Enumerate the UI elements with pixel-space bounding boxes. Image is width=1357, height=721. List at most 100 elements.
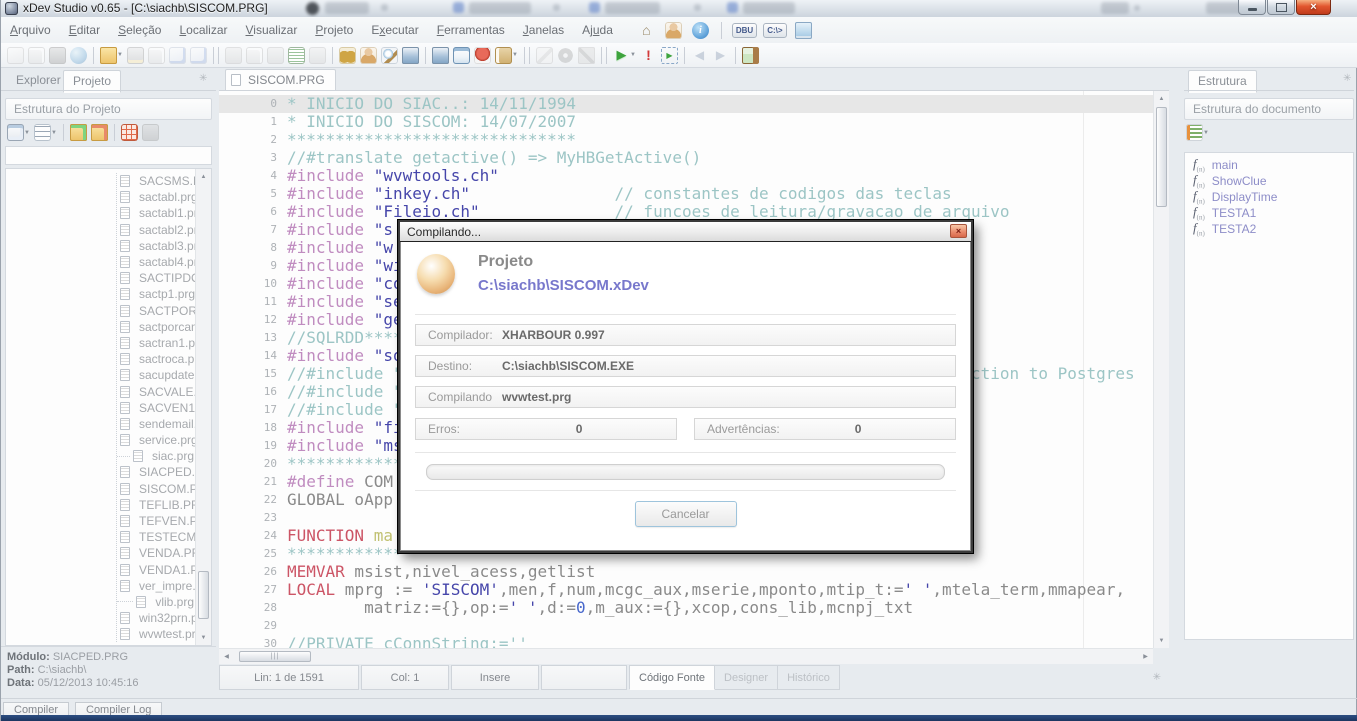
run-selection-icon[interactable]: ▶ (661, 47, 678, 64)
monitor-icon[interactable] (795, 22, 812, 39)
file-item[interactable]: SACVEN1.PRG (6, 400, 194, 416)
file-item[interactable]: ver_impre.prg (6, 578, 194, 594)
editor-horizontal-scrollbar[interactable]: ◀ ||| ▶ (219, 648, 1153, 664)
dropdown-caret-icon[interactable]: ▼ (1203, 130, 1211, 136)
import-file-icon[interactable] (190, 47, 207, 64)
build-tools-icon[interactable] (578, 47, 595, 64)
file-item[interactable]: SACVALE.PRG (6, 383, 194, 399)
main-target-icon[interactable] (142, 124, 159, 141)
dropdown-caret-icon[interactable]: ▼ (24, 130, 32, 136)
menu-executar[interactable]: Executar (362, 20, 427, 40)
menu-ferramentas[interactable]: Ferramentas (428, 20, 514, 40)
file-item[interactable]: sactporcam.prg (6, 319, 194, 335)
file-item[interactable]: TEFVEN.PRG (6, 513, 194, 529)
save-icon[interactable] (49, 47, 66, 64)
function-item[interactable]: f(n)main (1185, 157, 1353, 173)
file-item[interactable]: SACSMS.PRG (6, 173, 194, 189)
file-item[interactable]: sactp1.prg (6, 286, 194, 302)
list-mode-icon[interactable] (34, 124, 51, 141)
function-item[interactable]: f(n)DisplayTime (1185, 189, 1353, 205)
copy-icon[interactable] (246, 47, 263, 64)
close-button[interactable]: × (1296, 0, 1331, 15)
home-icon[interactable]: ⌂ (638, 22, 655, 39)
file-item[interactable]: win32prn.prg (6, 610, 194, 626)
right-panel-close-icon[interactable]: ✳ (1343, 73, 1351, 84)
file-item[interactable]: TESTECMD.PRG (6, 529, 194, 545)
dropdown-caret-icon[interactable]: ▼ (51, 130, 59, 136)
print-setup-icon[interactable] (402, 47, 419, 64)
scroll-right-icon[interactable]: ▶ (1139, 650, 1152, 663)
copy-window-icon[interactable] (28, 47, 45, 64)
tab-designer[interactable]: Designer (715, 665, 778, 690)
project-filter-box[interactable] (5, 146, 212, 165)
menu-localizar[interactable]: Localizar (170, 20, 236, 40)
find-replace-icon[interactable] (381, 47, 398, 64)
export-file-icon[interactable] (169, 47, 186, 64)
file-item[interactable]: siac.prg (6, 448, 194, 464)
scrollbar-thumb[interactable]: ||| (239, 651, 311, 662)
scrollbar-thumb[interactable] (198, 571, 209, 619)
scroll-up-icon[interactable]: ▲ (197, 170, 210, 183)
stop-errors-icon[interactable]: ! (640, 47, 657, 64)
file-item[interactable]: sactabl2.prg (6, 222, 194, 238)
left-panel-close-icon[interactable]: ✳ (199, 73, 207, 84)
cancel-button[interactable]: Cancelar (635, 501, 737, 527)
scroll-down-icon[interactable]: ▼ (197, 631, 210, 644)
scrollbar-thumb[interactable] (1156, 107, 1167, 207)
menu-visualizar[interactable]: Visualizar (237, 20, 307, 40)
editor-vertical-scrollbar[interactable]: ▲ ▼ (1153, 91, 1169, 648)
file-item[interactable]: sacupdate.prg (6, 367, 194, 383)
function-item[interactable]: f(n)ShowClue (1185, 173, 1353, 189)
print-icon[interactable] (432, 47, 449, 64)
file-item[interactable]: SACTIPDC.PRG (6, 270, 194, 286)
minimize-button[interactable] (1238, 0, 1266, 15)
library-search-icon[interactable] (495, 47, 512, 64)
file-item[interactable]: service.prg (6, 432, 194, 448)
run-icon[interactable]: ▶ (613, 47, 630, 64)
file-tree-scrollbar[interactable]: ▲ ▼ (195, 169, 211, 645)
dbu-button[interactable]: DBU (732, 23, 757, 38)
file-item[interactable]: wvwtest.prg (6, 626, 194, 642)
file-item[interactable]: sactabl.prg (6, 189, 194, 205)
dropdown-caret-icon[interactable]: ▼ (512, 52, 520, 58)
editor-close-icon[interactable]: ✳ (1153, 672, 1161, 683)
console-button[interactable]: C:\> (763, 23, 786, 38)
user-check-icon[interactable] (360, 47, 377, 64)
file-item[interactable]: VENDA1.PRG (6, 562, 194, 578)
open-project-icon[interactable] (100, 47, 117, 64)
file-item[interactable]: SIACPED.PRG (6, 464, 194, 480)
scroll-up-icon[interactable]: ▲ (1155, 92, 1168, 105)
exit-icon[interactable] (742, 47, 759, 64)
file-item[interactable]: sendemail.prg (6, 416, 194, 432)
scroll-down-icon[interactable]: ▼ (1155, 634, 1168, 647)
menu-seleção[interactable]: Seleção (109, 20, 170, 40)
tab-explorer[interactable]: Explorer (7, 70, 70, 91)
paste-icon[interactable] (267, 47, 284, 64)
cut-icon[interactable] (225, 47, 242, 64)
tutor-icon[interactable] (665, 22, 682, 39)
menu-janelas[interactable]: Janelas (514, 20, 573, 40)
new-file-icon[interactable] (7, 47, 24, 64)
file-item[interactable]: sactroca.prg (6, 351, 194, 367)
dropdown-caret-icon[interactable]: ▼ (630, 52, 638, 58)
dialog-close-button[interactable]: × (950, 224, 967, 238)
file-item[interactable]: SISCOM.PRG (6, 481, 194, 497)
menu-editar[interactable]: Editar (60, 20, 109, 40)
file-item[interactable]: sactabl1.prg (6, 205, 194, 221)
view-mode-icon[interactable] (7, 124, 24, 141)
file-item[interactable]: SACTPORC.PRG (6, 303, 194, 319)
editor-tab-siscom[interactable]: SISCOM.PRG (225, 69, 336, 92)
nav-back-icon[interactable]: ◀ (691, 47, 708, 64)
undo-icon[interactable] (309, 47, 326, 64)
dropdown-caret-icon[interactable]: ▼ (117, 52, 125, 58)
function-item[interactable]: f(n)TESTA1 (1185, 205, 1353, 221)
nav-forward-icon[interactable]: ▶ (712, 47, 729, 64)
web-globe-icon[interactable] (70, 47, 87, 64)
file-item[interactable]: vlib.prg (6, 594, 194, 610)
tab-historico[interactable]: Histórico (778, 665, 840, 690)
dialog-title-bar[interactable]: Compilando... × (400, 222, 971, 242)
project-grid-icon[interactable] (121, 124, 138, 141)
tab-codigo-fonte[interactable]: Código Fonte (629, 665, 715, 690)
add-file-icon[interactable] (70, 124, 87, 141)
compile-quick-icon[interactable] (536, 47, 553, 64)
